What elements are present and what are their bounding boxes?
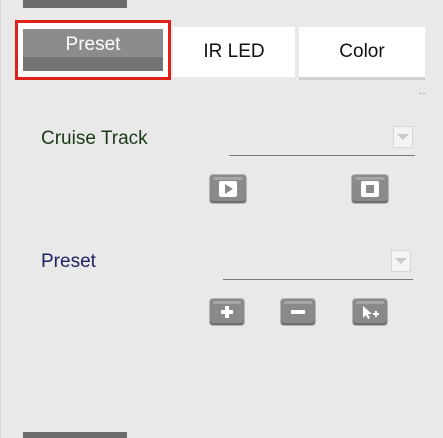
play-icon: [219, 181, 237, 197]
preset-select[interactable]: [223, 247, 413, 280]
goto-preset-button[interactable]: [353, 299, 387, 325]
add-preset-button[interactable]: [210, 299, 244, 325]
cruise-play-button[interactable]: [210, 175, 246, 203]
cursor-icon: [363, 306, 379, 319]
top-scroll-strip: [23, 0, 127, 8]
plus-icon: [221, 306, 233, 318]
stop-icon: [361, 181, 379, 197]
bottom-scroll-strip: [23, 432, 127, 438]
more-indicator: ..: [419, 86, 427, 97]
preset-label: Preset: [41, 251, 96, 272]
ptz-control-panel: Preset IR LED Color .. Cruise Track Pres…: [0, 0, 443, 438]
cruise-track-select[interactable]: [229, 123, 415, 156]
tab-ir-led[interactable]: IR LED: [173, 27, 295, 77]
tab-preset-label: Preset: [65, 34, 121, 56]
tab-underline: [299, 77, 425, 80]
cruise-stop-button[interactable]: [352, 175, 388, 203]
tab-color[interactable]: Color: [299, 27, 425, 78]
tab-preset[interactable]: Preset: [15, 20, 171, 80]
minus-icon: [291, 310, 305, 314]
chevron-down-icon[interactable]: [393, 126, 413, 148]
cruise-track-label: Cruise Track: [41, 128, 148, 149]
remove-preset-button[interactable]: [281, 299, 315, 325]
tab-preset-body: Preset: [23, 29, 163, 71]
chevron-down-icon[interactable]: [391, 250, 411, 272]
tab-preset-bar: [23, 57, 163, 71]
